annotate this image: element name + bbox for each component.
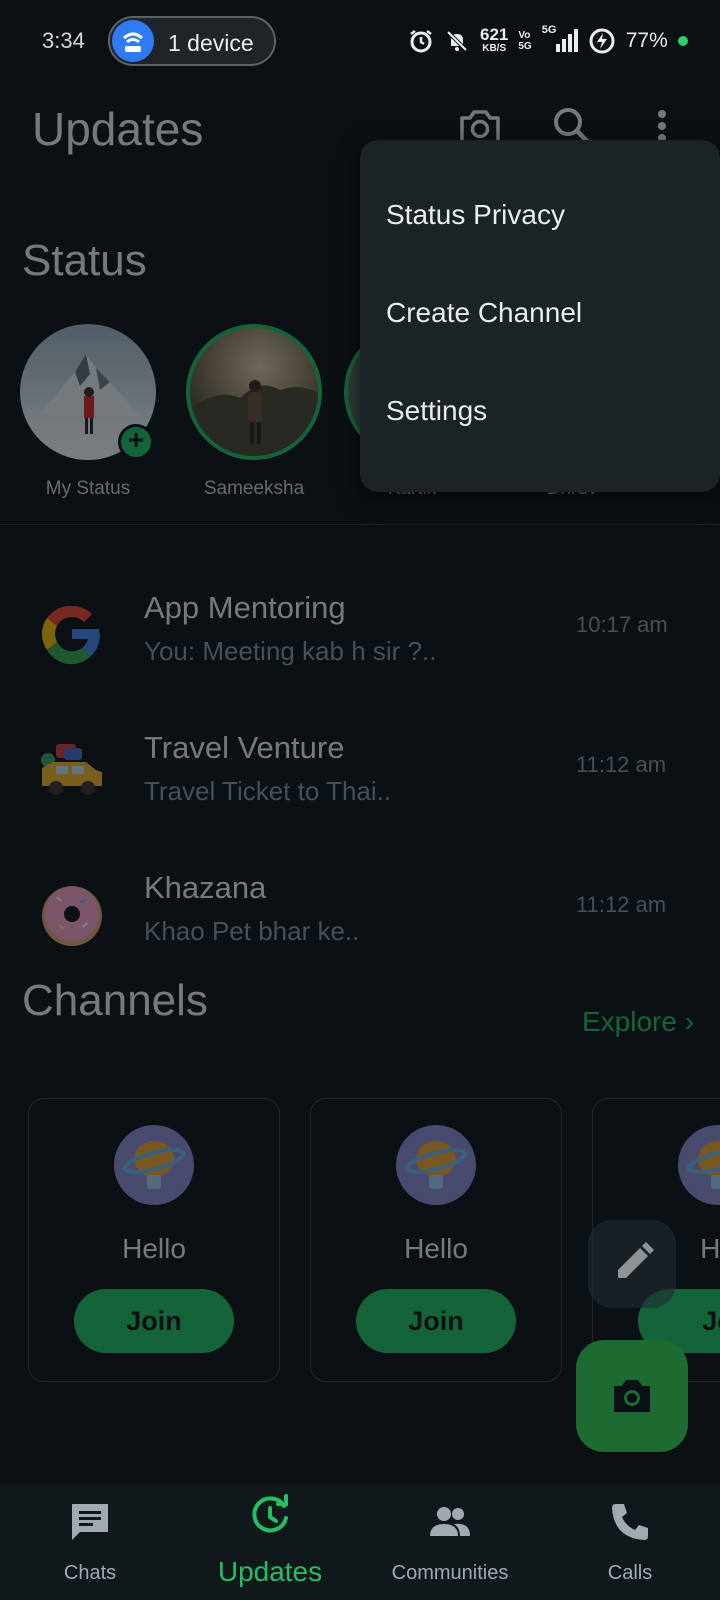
channel-name: Hello [122, 1233, 186, 1264]
donut-icon [42, 886, 102, 946]
tab-updates[interactable]: Updates [180, 1484, 360, 1600]
channel-name: Hello [404, 1233, 468, 1264]
communities-icon [430, 1507, 470, 1536]
chat-last-message: Khao Pet bhar ke.. [144, 916, 360, 946]
status-item-sameeksha[interactable]: Sameeksha [184, 324, 324, 500]
signal-icon: 5G [542, 24, 578, 54]
tab-label: Calls [607, 1562, 653, 1584]
page-title: Updates [32, 103, 204, 155]
channel-avatar [396, 1125, 476, 1205]
chevron-right-icon: › [684, 1006, 695, 1037]
updates-icon [252, 1494, 288, 1533]
net-speed-unit: KB/S [482, 43, 507, 54]
status-bar: 3:34 1 device 621 KB/S Vo 5G 5G 77% [0, 0, 720, 84]
net-speed: 621 KB/S [480, 25, 509, 55]
net-speed-value: 621 [480, 25, 509, 44]
google-icon [41, 605, 100, 665]
chat-icon [72, 1504, 108, 1540]
phone-icon [612, 1504, 648, 1540]
explore-link[interactable]: Explore › [582, 1006, 694, 1038]
menu-item-status-privacy[interactable]: Status Privacy [360, 166, 720, 264]
status-name: Sameeksha [203, 478, 305, 499]
avatar [186, 324, 322, 460]
status-section-title: Status [22, 236, 147, 285]
channel-avatar [678, 1125, 720, 1205]
volte-bottom: 5G [518, 41, 532, 52]
chat-name: Khazana [144, 870, 267, 905]
device-label: 1 device [168, 30, 254, 56]
chat-last-message: You: Meeting kab h sir ?.. [144, 636, 437, 666]
camera-icon [614, 1380, 650, 1412]
tab-chats[interactable]: Chats [0, 1484, 180, 1600]
battery-percent: 77% [625, 29, 668, 52]
tab-communities[interactable]: Communities [360, 1484, 540, 1600]
tab-calls[interactable]: Calls [540, 1484, 720, 1600]
tab-label: Chats [63, 1562, 117, 1584]
alarm-icon [410, 30, 432, 53]
divider [0, 524, 720, 525]
chat-time: 11:12 am [576, 892, 667, 917]
overflow-menu: Status Privacy Create Channel Settings [360, 140, 720, 492]
bottom-nav: Chats Updates Communities Calls [0, 1484, 720, 1600]
mute-icon [446, 30, 468, 52]
volte-top: Vo [518, 30, 531, 41]
camera-status-button[interactable] [576, 1340, 688, 1452]
add-status-icon[interactable]: + [118, 424, 154, 460]
explore-label: Explore [582, 1006, 677, 1037]
network-type: 5G [541, 24, 557, 36]
chat-name: App Mentoring [144, 590, 346, 625]
car-icon [41, 744, 102, 795]
channel-card[interactable]: Hello Join [28, 1098, 280, 1382]
pencil-icon [618, 1242, 654, 1278]
chat-name: Travel Venture [144, 730, 345, 765]
chat-time: 11:12 am [576, 752, 667, 777]
channels-section-title: Channels [22, 976, 208, 1025]
join-button[interactable]: Join [74, 1289, 234, 1353]
list-item[interactable]: Travel Venture Travel Ticket to Thai.. 1… [0, 724, 720, 864]
channel-avatar [114, 1125, 194, 1205]
status-item-my-status[interactable]: + My Status [18, 324, 158, 500]
privacy-indicator-dot [677, 36, 688, 46]
channel-card[interactable]: Hello Join [310, 1098, 562, 1382]
wifi-hotspot-icon [112, 20, 154, 62]
new-text-status-button[interactable] [588, 1220, 676, 1308]
device-pill[interactable]: 1 device [108, 16, 276, 66]
chat-time: 10:17 am [576, 612, 668, 637]
battery-charging-icon [589, 28, 615, 54]
list-item[interactable]: App Mentoring You: Meeting kab h sir ?..… [0, 584, 720, 724]
clock: 3:34 [42, 28, 85, 53]
status-name: My Status [45, 478, 131, 499]
chat-last-message: Travel Ticket to Thai.. [144, 776, 392, 806]
volte-indicator: Vo 5G [518, 30, 531, 52]
menu-item-settings[interactable]: Settings [360, 362, 720, 460]
menu-item-create-channel[interactable]: Create Channel [360, 264, 720, 362]
join-button[interactable]: Join [356, 1289, 516, 1353]
tab-label: Communities [391, 1562, 509, 1584]
status-icons: 621 KB/S Vo 5G 5G 77% [408, 24, 688, 56]
tab-label: Updates [217, 1556, 323, 1587]
